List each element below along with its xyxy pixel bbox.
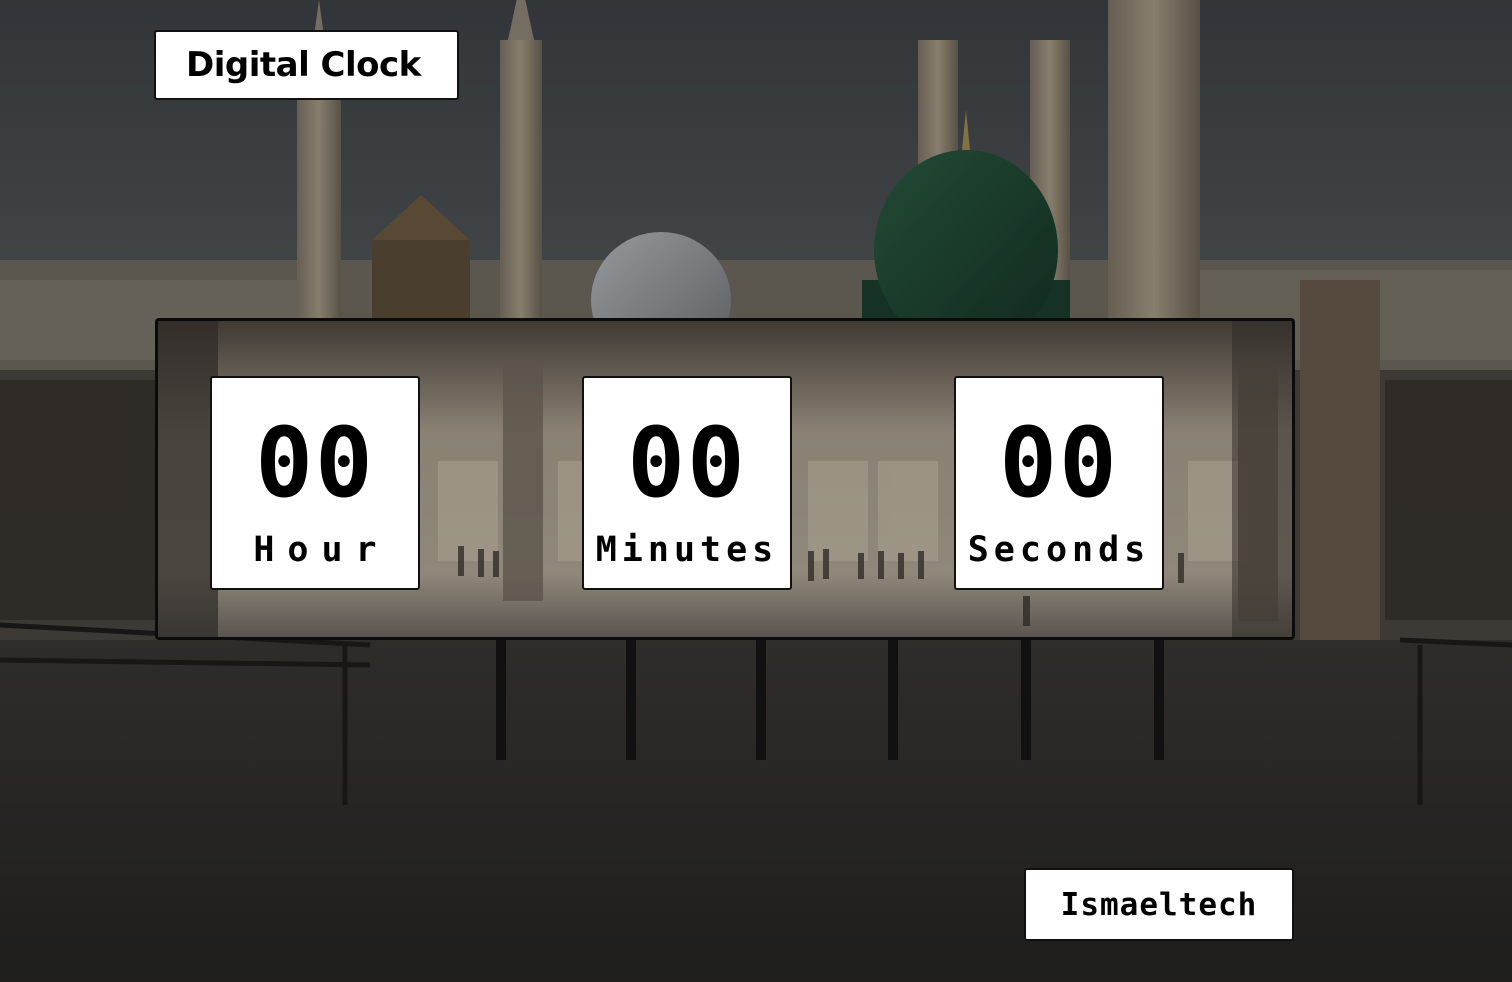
seconds-value: 00 <box>999 407 1119 519</box>
hour-value: 00 <box>255 407 375 519</box>
page-title: Digital Clock <box>186 45 421 85</box>
minutes-label: Minutes <box>595 530 779 570</box>
seconds-label: Seconds <box>967 530 1151 570</box>
title-box: Digital Clock <box>154 30 459 100</box>
clock-panel: 00 Hour 00 Minutes 00 Seconds <box>155 318 1295 640</box>
minutes-value: 00 <box>627 407 747 519</box>
hour-card: 00 Hour <box>210 376 420 590</box>
credit-box: Ismaeltech <box>1024 868 1294 941</box>
seconds-card: 00 Seconds <box>954 376 1164 590</box>
hour-label: Hour <box>253 530 390 570</box>
credit-text: Ismaeltech <box>1060 886 1258 923</box>
minutes-card: 00 Minutes <box>582 376 792 590</box>
